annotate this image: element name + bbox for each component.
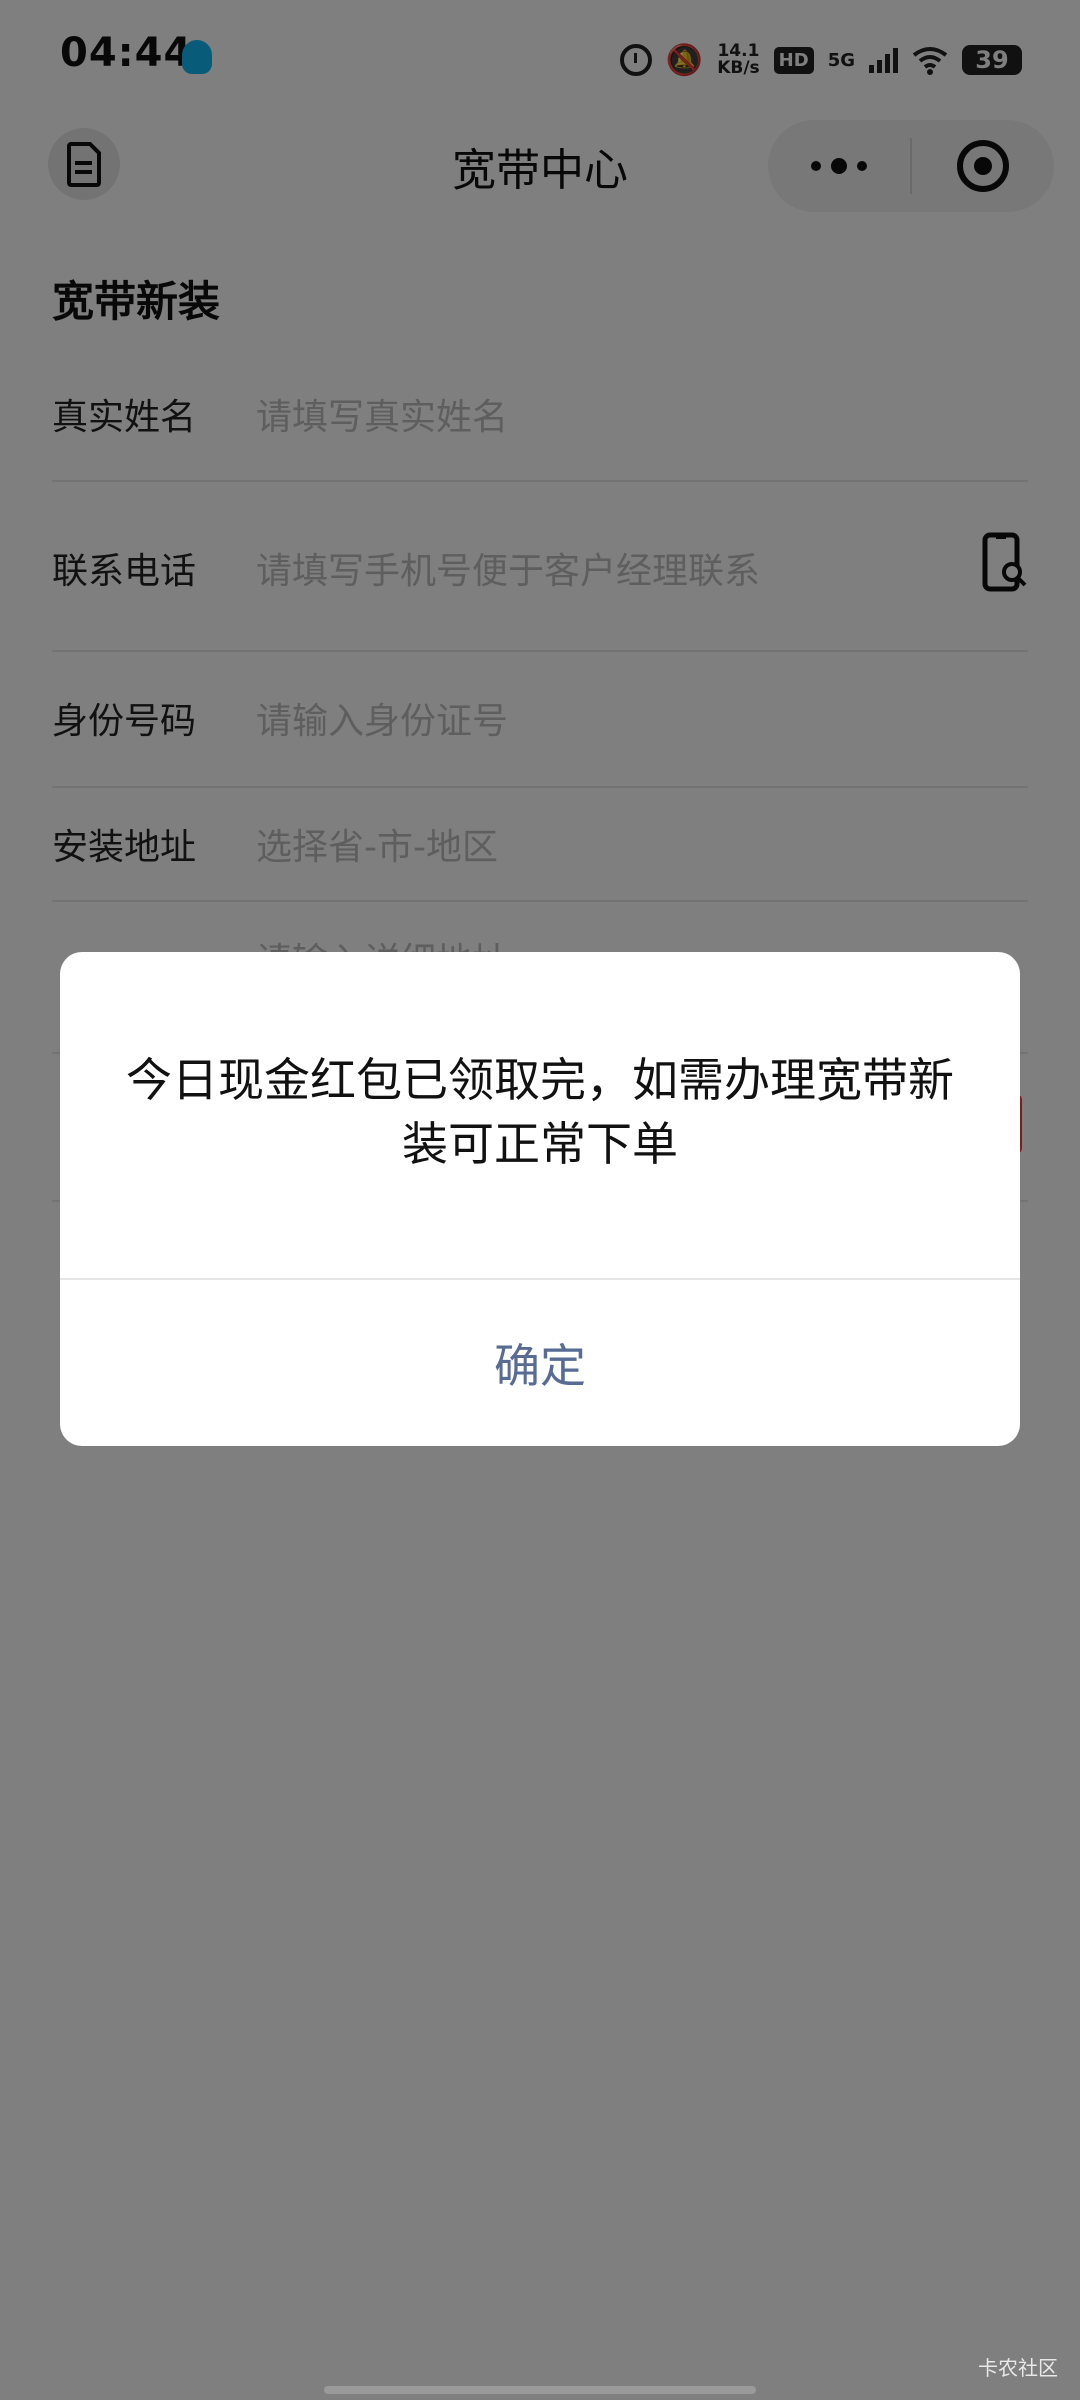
- screen: 04:44 🔕 14.1 KB/s HD 5G: [0, 0, 1080, 2400]
- confirm-button[interactable]: 确定: [60, 1280, 1020, 1446]
- home-indicator[interactable]: [324, 2386, 756, 2394]
- alert-dialog: 今日现金红包已领取完，如需办理宽带新装可正常下单 确定: [60, 952, 1020, 1446]
- watermark: 卡农社区: [978, 2356, 1058, 2380]
- dialog-message: 今日现金红包已领取完，如需办理宽带新装可正常下单: [126, 1053, 954, 1171]
